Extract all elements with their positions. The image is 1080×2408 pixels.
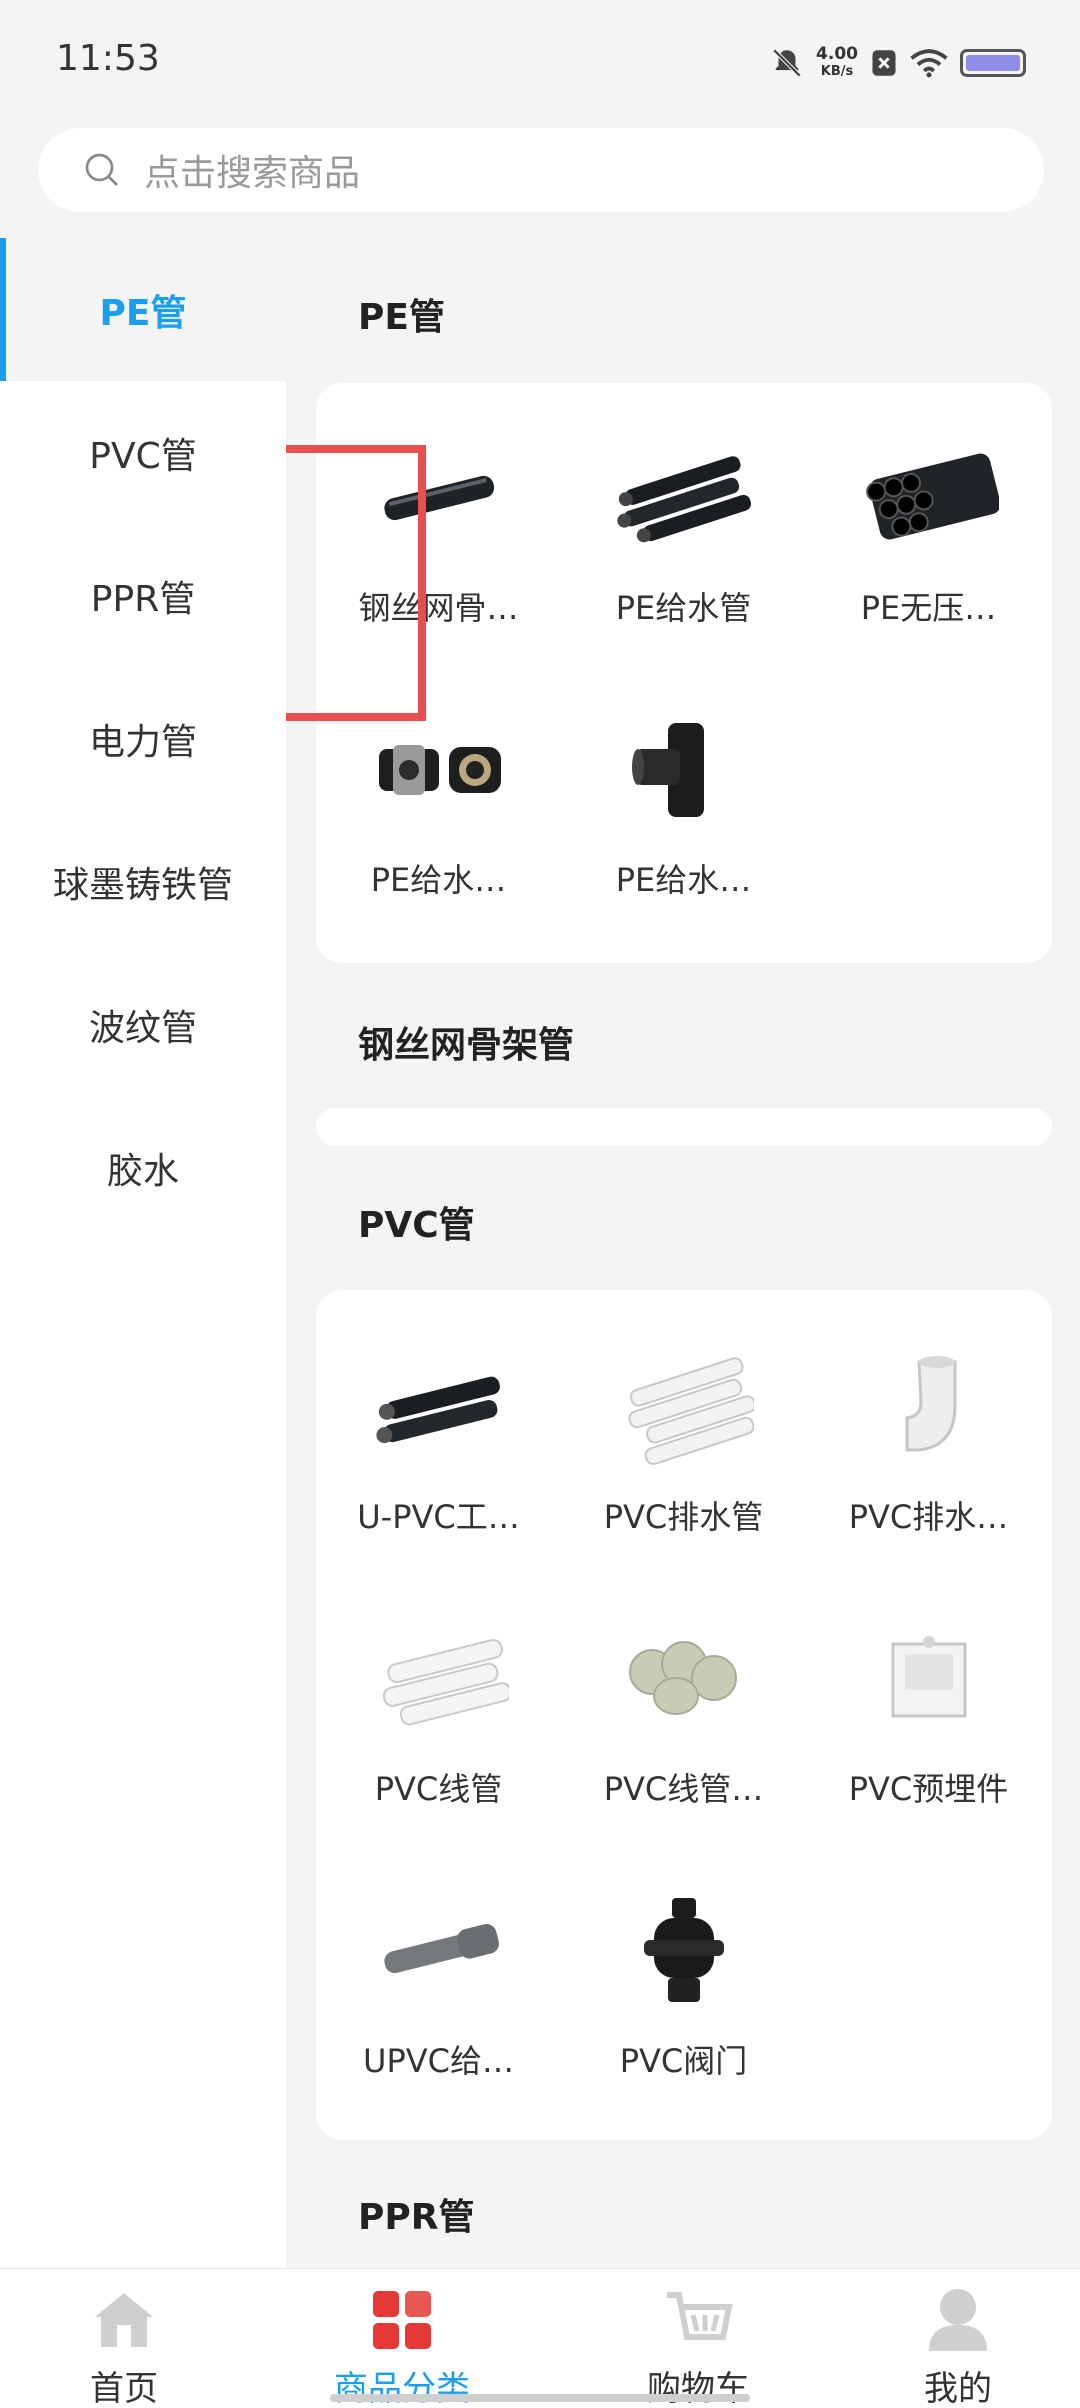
- section-title-steel-mesh: 钢丝网骨架管: [358, 1025, 575, 1066]
- product-item[interactable]: PE给水管: [561, 437, 806, 629]
- gray-pipe-icon: [369, 1890, 509, 2010]
- tab-category[interactable]: 商品分类: [292, 2269, 512, 2408]
- sidebar-item-label: 胶水: [106, 1150, 179, 1192]
- pipe-fittings-icon: [369, 709, 509, 829]
- product-card-pvc: U-PVC工… PVC排水管 PVC排水… PVC线管 PVC线管… PVC预埋…: [316, 1290, 1052, 2140]
- product-name: PVC线管: [374, 1770, 503, 1808]
- tab-label: 我的: [924, 2369, 992, 2408]
- junction-box-icon: [859, 1618, 999, 1738]
- product-name: PE给水…: [370, 861, 507, 899]
- product-item[interactable]: PE给水…: [561, 709, 806, 901]
- search-placeholder: 点击搜索商品: [144, 153, 361, 194]
- white-pipes-icon: [369, 1618, 512, 1738]
- product-item[interactable]: PE给水…: [316, 709, 561, 901]
- network-speed: 4.00 KB/s: [816, 45, 858, 81]
- product-name: PE给水…: [615, 861, 752, 899]
- sidebar-item-pe[interactable]: PE管: [0, 238, 286, 381]
- product-item[interactable]: PVC排水管: [561, 1346, 806, 1538]
- status-icons: 4.00 KB/s: [770, 38, 1026, 88]
- sidebar-item-glue[interactable]: 胶水: [0, 1096, 286, 1239]
- product-item[interactable]: UPVC给…: [316, 1890, 561, 2082]
- mute-bell-icon: [772, 48, 802, 78]
- product-item[interactable]: PVC排水…: [806, 1346, 1051, 1538]
- product-name: PVC预埋件: [848, 1770, 1009, 1808]
- product-item[interactable]: PVC线管: [316, 1618, 561, 1810]
- category-sidebar: PE管 PVC管 PPR管 电力管 球墨铸铁管 波纹管 胶水: [0, 238, 286, 2268]
- sidebar-item-label: 球墨铸铁管: [52, 864, 233, 906]
- tab-profile[interactable]: 我的: [848, 2269, 1068, 2408]
- speed-unit: KB/s: [820, 64, 854, 79]
- cart-icon: [663, 2285, 733, 2355]
- home-icon: [89, 2285, 159, 2355]
- pipe-caps-icon: [614, 1618, 754, 1738]
- white-pipes-icon: [614, 1346, 756, 1466]
- product-item[interactable]: PVC阀门: [561, 1890, 806, 2082]
- product-name: PVC排水管: [603, 1498, 764, 1536]
- sidebar-item-corrugated[interactable]: 波纹管: [0, 953, 286, 1096]
- section-title-pvc: PVC管: [358, 1205, 475, 1246]
- wifi-icon: [910, 49, 948, 78]
- product-item[interactable]: U-PVC工…: [316, 1346, 561, 1538]
- section-title-pe: PE管: [358, 297, 445, 338]
- product-item[interactable]: PVC线管…: [561, 1618, 806, 1810]
- product-card-pe: 钢丝网骨… PE给水管 PE无压… PE给水… PE给水…: [316, 383, 1052, 963]
- product-card-steel-mesh: [316, 1108, 1052, 1146]
- black-pipe-bundle-icon: [859, 437, 1001, 557]
- selection-highlight: [286, 445, 426, 721]
- sidebar-item-label: 电力管: [88, 721, 197, 763]
- valve-icon: [614, 1890, 754, 2010]
- sidebar-item-label: PVC管: [89, 435, 197, 477]
- search-icon: [85, 153, 118, 186]
- product-list[interactable]: PE管 钢丝网骨… PE给水管 PE无压… PE给水… PE给水… 钢丝网骨架管…: [286, 238, 1080, 2268]
- product-name: UPVC给…: [363, 2042, 514, 2080]
- search-input[interactable]: 点击搜索商品: [38, 128, 1044, 212]
- section-title-ppr: PPR管: [358, 2197, 475, 2238]
- bottom-tab-bar: 首页 商品分类 购物车 我的: [0, 2268, 1080, 2408]
- product-name: U-PVC工…: [357, 1498, 520, 1536]
- product-name: PVC排水…: [848, 1498, 1009, 1536]
- sidebar-item-label: 波纹管: [88, 1007, 197, 1049]
- sidebar-item-pvc[interactable]: PVC管: [0, 381, 286, 524]
- black-pipes-icon: [369, 1346, 509, 1466]
- speed-value: 4.00: [816, 44, 858, 64]
- tab-cart[interactable]: 购物车: [588, 2269, 808, 2408]
- elbow-fitting-icon: [859, 1346, 999, 1466]
- profile-icon: [923, 2285, 993, 2355]
- sidebar-item-label: PPR管: [90, 578, 196, 620]
- status-time: 11:53: [56, 38, 160, 79]
- sim-off-icon: [872, 50, 896, 76]
- tab-label: 首页: [90, 2369, 158, 2408]
- sidebar-item-power[interactable]: 电力管: [0, 667, 286, 810]
- tab-home[interactable]: 首页: [14, 2269, 234, 2408]
- sidebar-item-label: PE管: [99, 292, 187, 334]
- product-item[interactable]: PE无压…: [806, 437, 1051, 629]
- battery-icon: [960, 49, 1026, 77]
- home-indicator: [330, 2394, 750, 2402]
- status-bar: 11:53 4.00 KB/s: [0, 0, 1080, 100]
- search-bar-area: 点击搜索商品: [0, 100, 1080, 238]
- sidebar-item-ppr[interactable]: PPR管: [0, 524, 286, 667]
- category-icon: [367, 2285, 437, 2355]
- sidebar-item-ductile-iron[interactable]: 球墨铸铁管: [0, 810, 286, 953]
- product-name: PE无压…: [860, 589, 997, 627]
- black-pipes-icon: [614, 437, 754, 557]
- tee-fitting-icon: [614, 709, 754, 829]
- product-name: PVC线管…: [603, 1770, 764, 1808]
- product-name: PVC阀门: [619, 2042, 748, 2080]
- product-item[interactable]: PVC预埋件: [806, 1618, 1051, 1810]
- product-name: PE给水管: [615, 589, 752, 627]
